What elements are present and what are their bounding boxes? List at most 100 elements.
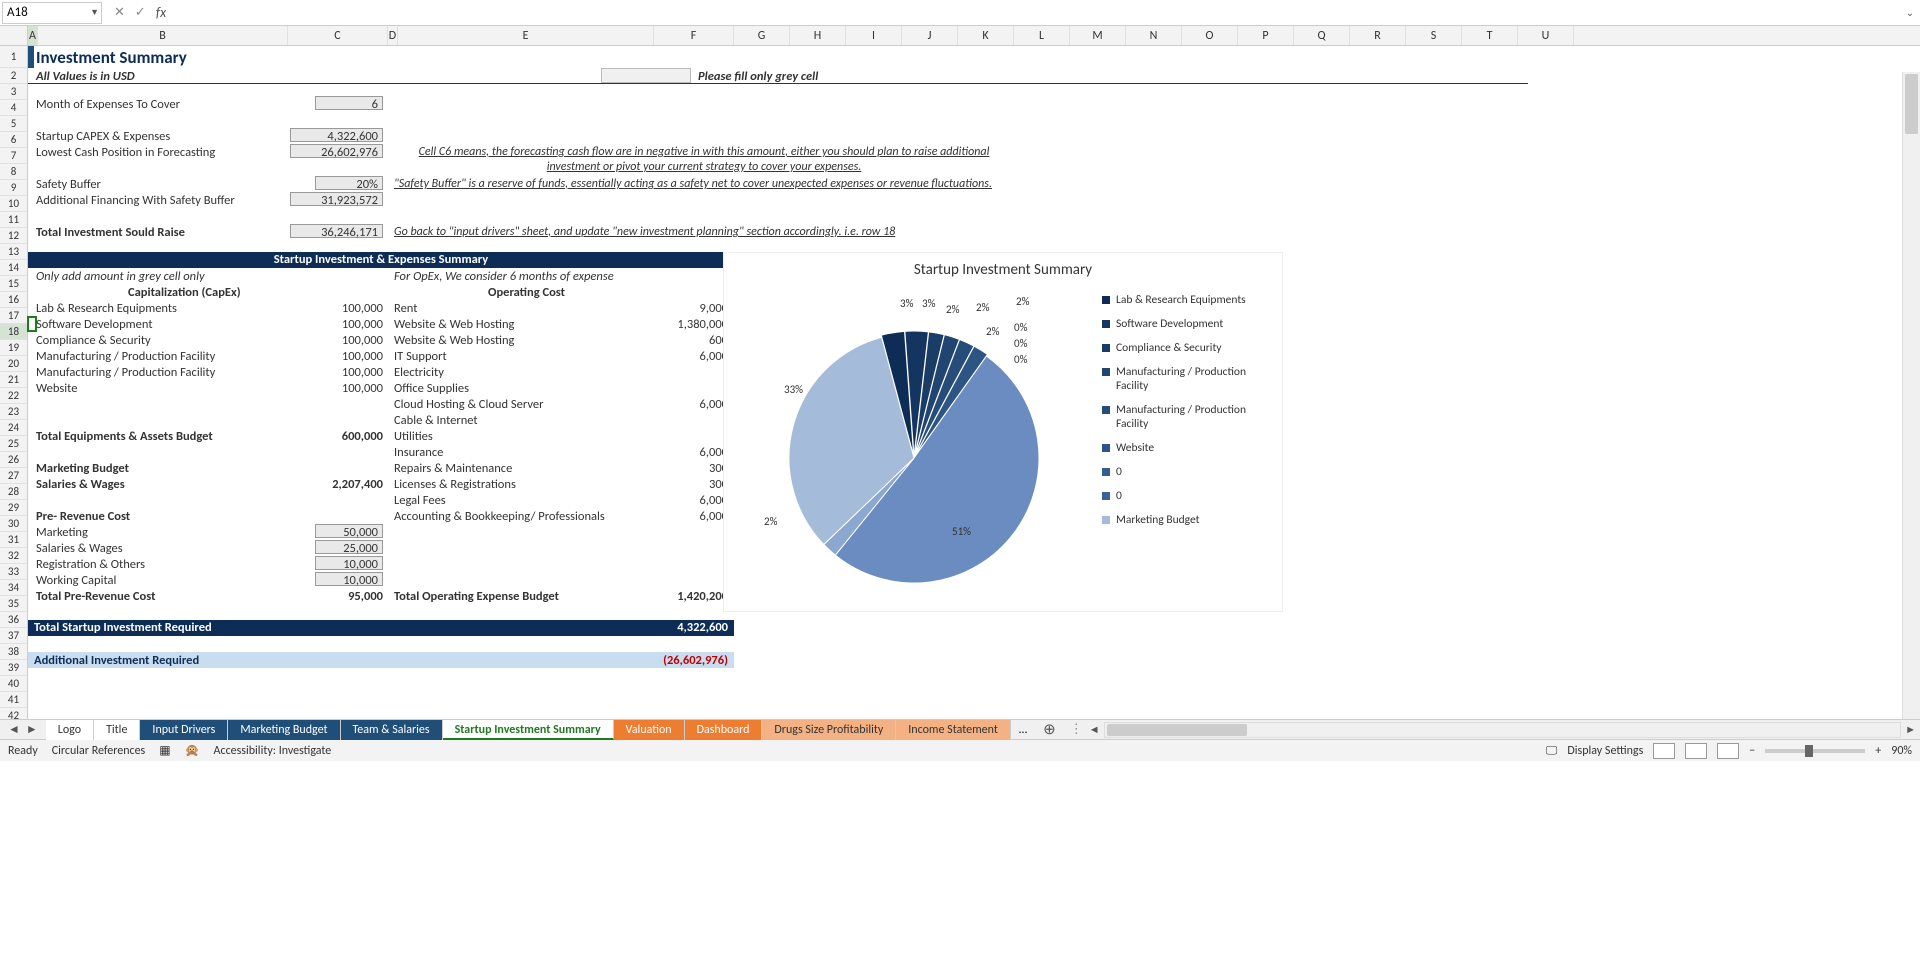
row-header-4[interactable]: 4 [0, 100, 27, 116]
col-header-E[interactable]: E [398, 26, 654, 45]
zoom-in-icon[interactable]: + [1875, 744, 1881, 758]
sheet-tab[interactable]: Income Statement [896, 720, 1011, 740]
row-header-30[interactable]: 30 [0, 516, 27, 532]
sheet-tab[interactable]: Startup Investment Summary [443, 720, 614, 740]
row-header-33[interactable]: 33 [0, 564, 27, 580]
row-header-20[interactable]: 20 [0, 356, 27, 372]
row-header-41[interactable]: 41 [0, 692, 27, 708]
sheet-tab[interactable]: Title [94, 720, 140, 740]
col-header-G[interactable]: G [734, 26, 790, 45]
row-header-11[interactable]: 11 [0, 212, 27, 228]
prerev-val[interactable]: 10,000 [315, 572, 383, 586]
sheet-more-icon[interactable]: … [1011, 721, 1035, 739]
row-header-10[interactable]: 10 [0, 196, 27, 212]
sheet-tab[interactable]: Team & Salaries [341, 720, 443, 740]
row-header-21[interactable]: 21 [0, 372, 27, 388]
row-header-23[interactable]: 23 [0, 404, 27, 420]
row-header-22[interactable]: 22 [0, 388, 27, 404]
row-header-29[interactable]: 29 [0, 500, 27, 516]
col-header-K[interactable]: K [958, 26, 1014, 45]
sheet-next-icon[interactable]: ► [26, 722, 38, 737]
row-header-39[interactable]: 39 [0, 660, 27, 676]
row-header-3[interactable]: 3 [0, 84, 27, 100]
row-header-34[interactable]: 34 [0, 580, 27, 596]
vscroll-thumb[interactable] [1905, 74, 1918, 134]
display-settings-icon[interactable]: 🖵 [1546, 744, 1558, 758]
sheet-add-icon[interactable]: ⊕ [1035, 718, 1064, 741]
status-accessibility[interactable]: Accessibility: Investigate [214, 744, 332, 758]
pie-chart[interactable]: Startup Investment Summary 3%3%2%2%2%2%0… [723, 252, 1283, 612]
row-header-37[interactable]: 37 [0, 628, 27, 644]
zoom-slider[interactable] [1765, 749, 1865, 753]
col-header-S[interactable]: S [1406, 26, 1462, 45]
accessibility-icon[interactable]: 🙊 [185, 743, 200, 758]
row-header-2[interactable]: 2 [0, 68, 27, 84]
row-header-6[interactable]: 6 [0, 132, 27, 148]
col-header-Q[interactable]: Q [1294, 26, 1350, 45]
cells-area[interactable]: Investment Summary All Values is in USD … [28, 46, 1920, 719]
col-header-T[interactable]: T [1462, 26, 1518, 45]
row-header-32[interactable]: 32 [0, 548, 27, 564]
view-page-layout-icon[interactable] [1685, 743, 1707, 759]
select-all-corner[interactable] [0, 26, 28, 45]
row-header-25[interactable]: 25 [0, 436, 27, 452]
row-header-35[interactable]: 35 [0, 596, 27, 612]
row-header-13[interactable]: 13 [0, 244, 27, 260]
col-header-O[interactable]: O [1182, 26, 1238, 45]
row-header-26[interactable]: 26 [0, 452, 27, 468]
sheet-tab[interactable]: Drugs Size Profitability [762, 720, 896, 740]
col-header-H[interactable]: H [790, 26, 846, 45]
col-header-L[interactable]: L [1014, 26, 1070, 45]
row-header-7[interactable]: 7 [0, 148, 27, 164]
row-header-18[interactable]: 18 [0, 324, 27, 340]
row-header-5[interactable]: 5 [0, 116, 27, 132]
row-header-38[interactable]: 38 [0, 644, 27, 660]
status-macro-icon[interactable]: ▦ [159, 743, 170, 758]
row-header-36[interactable]: 36 [0, 612, 27, 628]
name-box[interactable]: A18 ▼ [2, 2, 102, 24]
row-header-27[interactable]: 27 [0, 468, 27, 484]
prerev-val[interactable]: 25,000 [315, 540, 383, 554]
zoom-out-icon[interactable]: − [1749, 744, 1755, 758]
prerev-val[interactable]: 50,000 [315, 524, 383, 538]
col-header-D[interactable]: D [388, 26, 398, 45]
col-header-U[interactable]: U [1518, 26, 1574, 45]
col-header-F[interactable]: F [654, 26, 734, 45]
formula-expand-icon[interactable]: ⌄ [1900, 6, 1920, 19]
row-header-42[interactable]: 42 [0, 708, 27, 719]
sheet-tab[interactable]: Marketing Budget [228, 720, 340, 740]
view-normal-icon[interactable] [1653, 743, 1675, 759]
row-header-16[interactable]: 16 [0, 292, 27, 308]
col-header-J[interactable]: J [902, 26, 958, 45]
formula-input[interactable] [178, 2, 1900, 24]
col-header-P[interactable]: P [1238, 26, 1294, 45]
cancel-icon[interactable]: ✕ [114, 5, 125, 20]
row-header-15[interactable]: 15 [0, 276, 27, 292]
col-header-C[interactable]: C [288, 26, 388, 45]
chevron-down-icon[interactable]: ▼ [90, 7, 99, 18]
row-header-1[interactable]: 1 [0, 46, 27, 68]
horizontal-scrollbar[interactable] [1104, 722, 1902, 738]
row-header-17[interactable]: 17 [0, 308, 27, 324]
sheet-tab[interactable]: Input Drivers [140, 720, 228, 740]
row-header-12[interactable]: 12 [0, 228, 27, 244]
row-header-14[interactable]: 14 [0, 260, 27, 276]
hscroll-thumb[interactable] [1107, 724, 1247, 736]
col-header-R[interactable]: R [1350, 26, 1406, 45]
sheet-tab[interactable]: Valuation [614, 720, 685, 740]
zoom-level[interactable]: 90% [1891, 744, 1912, 758]
row-header-9[interactable]: 9 [0, 180, 27, 196]
row-header-28[interactable]: 28 [0, 484, 27, 500]
view-page-break-icon[interactable] [1717, 743, 1739, 759]
col-header-I[interactable]: I [846, 26, 902, 45]
col-header-M[interactable]: M [1070, 26, 1126, 45]
row-header-40[interactable]: 40 [0, 676, 27, 692]
col-header-B[interactable]: B [38, 26, 288, 45]
hscroll-right-icon[interactable]: ► [1905, 723, 1920, 736]
status-display[interactable]: Display Settings [1567, 744, 1643, 758]
col-header-N[interactable]: N [1126, 26, 1182, 45]
sheet-prev-icon[interactable]: ◄ [8, 722, 20, 737]
sheet-tab[interactable]: Dashboard [685, 720, 763, 740]
row-header-24[interactable]: 24 [0, 420, 27, 436]
prerev-val[interactable]: 10,000 [315, 556, 383, 570]
